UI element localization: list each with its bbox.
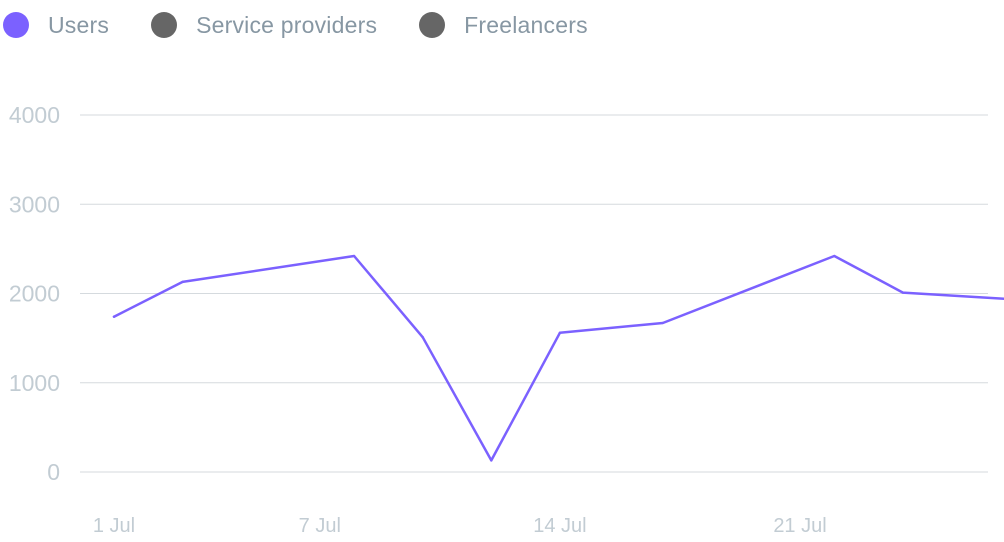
y-tick-label: 2000: [9, 281, 60, 307]
y-tick-label: 3000: [9, 191, 60, 217]
data-point: [833, 254, 836, 258]
data-point: [558, 331, 562, 334]
data-point: [181, 280, 184, 284]
x-tick-label: 7 Jul: [299, 515, 341, 537]
x-tick-label: 21 Jul: [773, 515, 826, 537]
data-point: [490, 459, 493, 462]
y-tick-label: 4000: [9, 102, 60, 128]
data-point: [901, 291, 905, 294]
line-chart: 010002000300040001 Jul7 Jul14 Jul21 Jul2…: [9, 102, 1004, 537]
x-tick-label: 1 Jul: [93, 515, 135, 537]
x-tick-label: 14 Jul: [533, 515, 586, 537]
data-point: [421, 336, 424, 339]
y-tick-label: 1000: [9, 370, 60, 396]
y-tick-label: 0: [47, 459, 60, 485]
data-point: [352, 254, 356, 258]
data-point: [112, 315, 116, 318]
series-line-users: [112, 254, 1004, 462]
data-point: [661, 321, 664, 325]
